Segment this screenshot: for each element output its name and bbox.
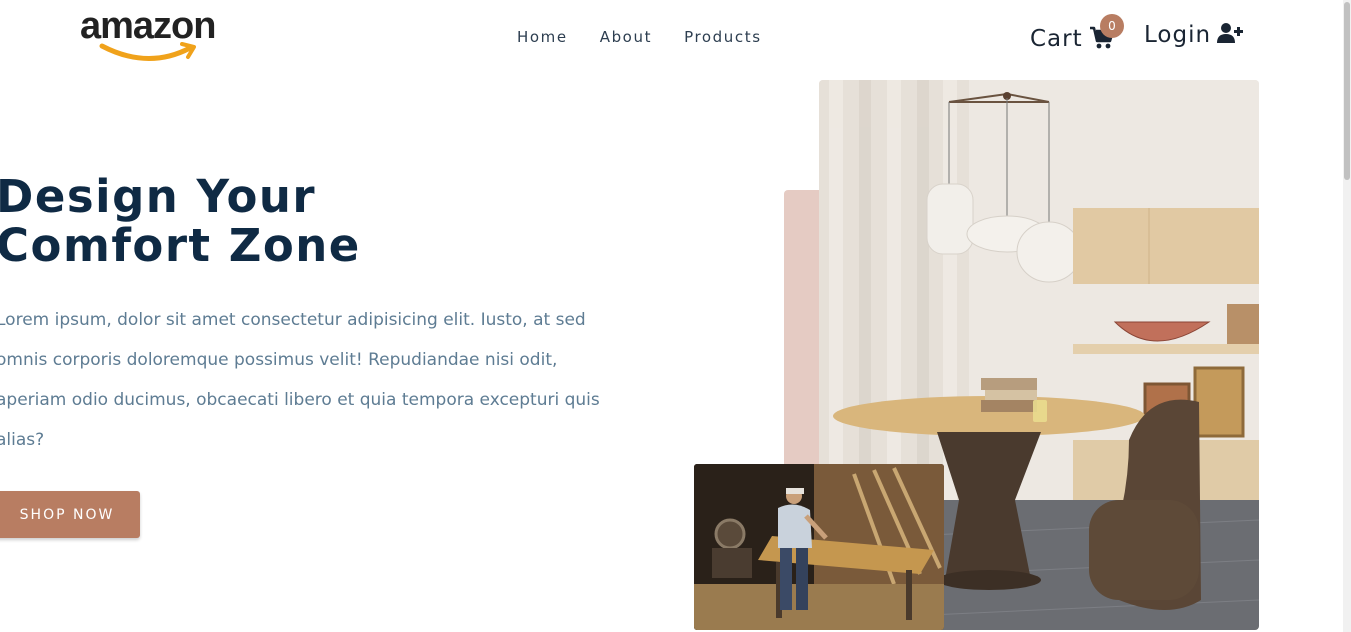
shop-now-button[interactable]: SHOP NOW <box>0 491 140 538</box>
logo-smile-icon <box>99 42 196 61</box>
page-scrollbar[interactable] <box>1343 0 1351 632</box>
cart-label: Cart <box>1030 26 1083 52</box>
main-nav: Home About Products <box>517 28 762 46</box>
scrollbar-thumb[interactable] <box>1344 2 1350 180</box>
hero-description: Lorem ipsum, dolor sit amet consectetur … <box>0 310 600 450</box>
user-plus-icon <box>1217 22 1244 48</box>
nav-products-link[interactable]: Products <box>684 28 762 46</box>
amazon-logo[interactable]: amazon <box>80 6 240 62</box>
nav-about-link[interactable]: About <box>600 28 652 46</box>
carpenter-workshop-photo <box>694 464 944 630</box>
hero-title: Design Your Comfort Zone <box>0 170 361 272</box>
nav-home-link[interactable]: Home <box>517 28 568 46</box>
login-button[interactable]: Login <box>1144 22 1244 48</box>
cart-button[interactable]: Cart 0 <box>1030 14 1124 54</box>
login-label: Login <box>1144 22 1212 48</box>
cart-count-badge: 0 <box>1100 14 1124 38</box>
